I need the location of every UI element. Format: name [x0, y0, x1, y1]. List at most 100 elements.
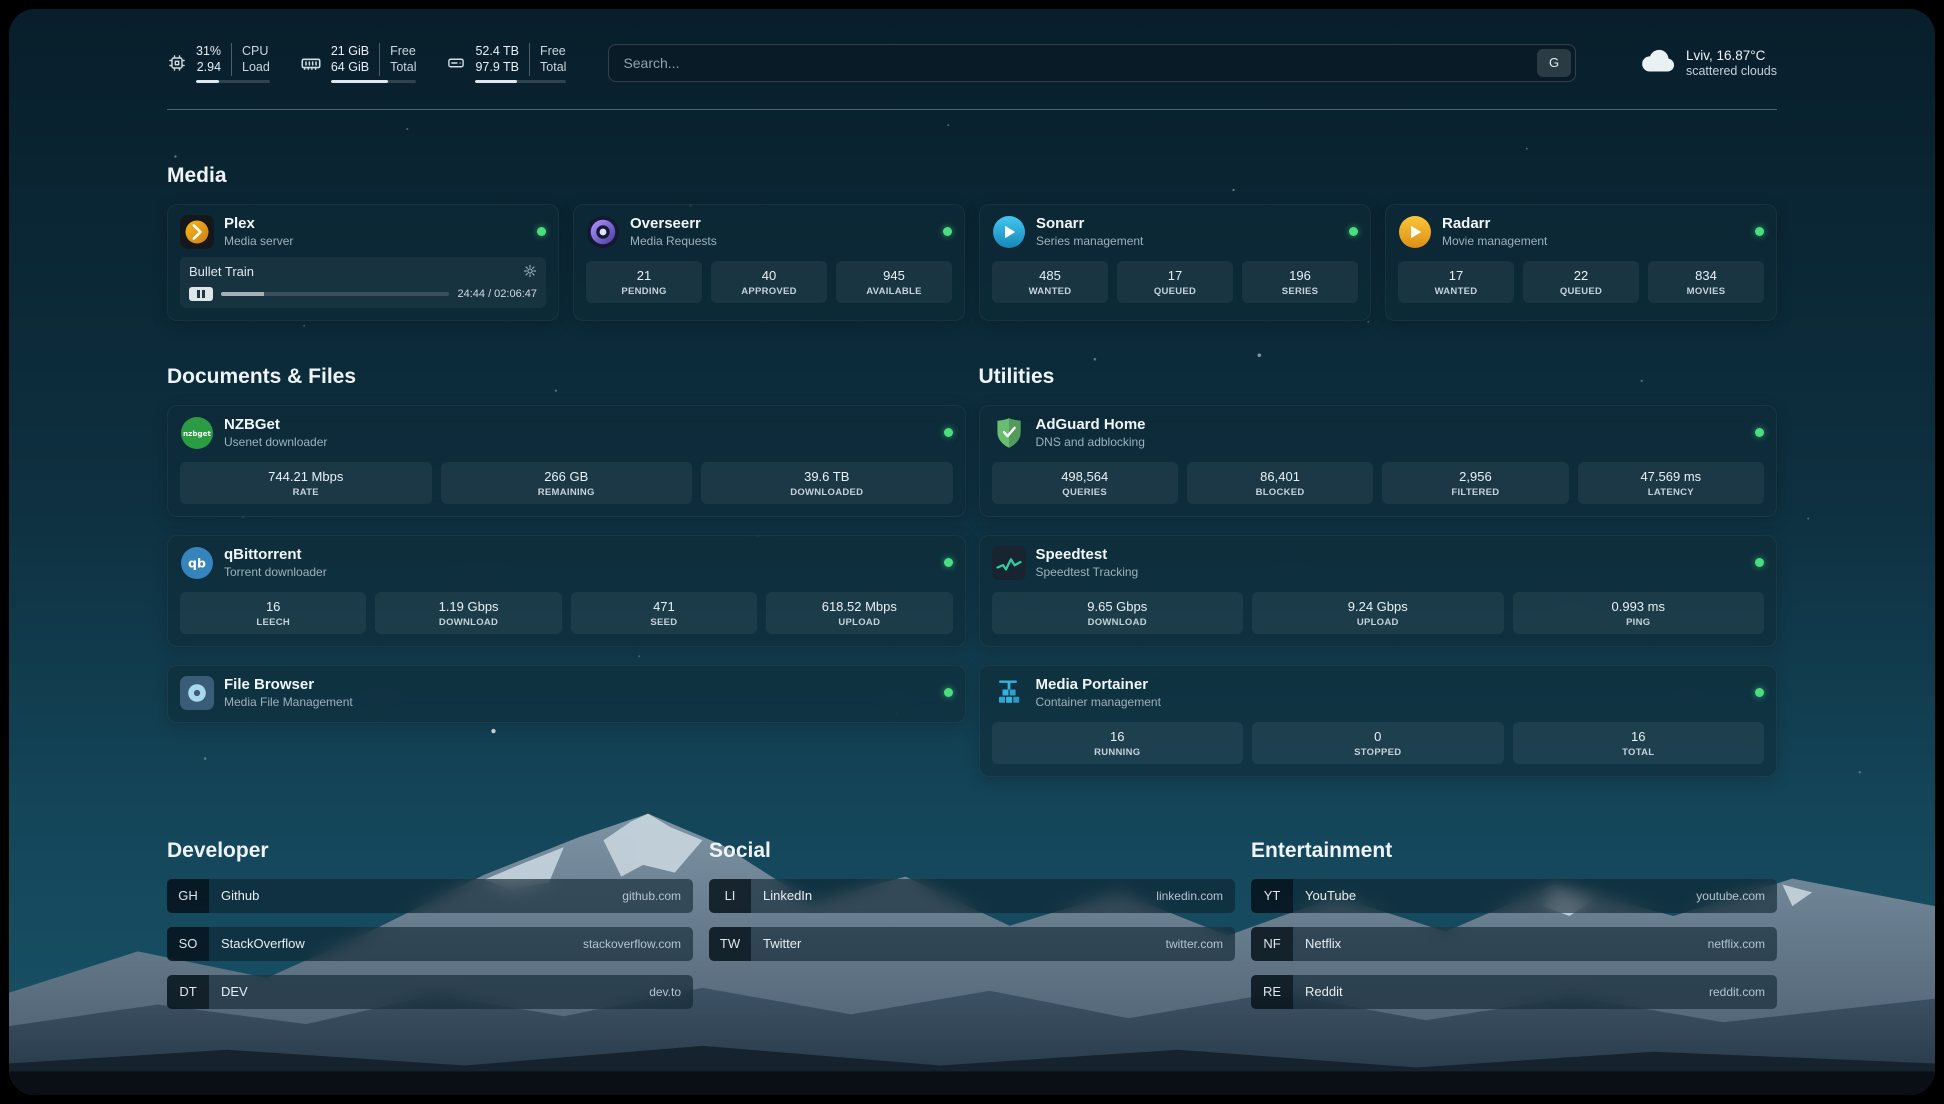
bookmark-stackoverflow[interactable]: SO StackOverflow stackoverflow.com — [167, 927, 693, 961]
memory-total-value: 64 GiB — [331, 59, 369, 75]
stat-label: TOTAL — [1516, 747, 1762, 758]
service-description: Speedtest Tracking — [1036, 565, 1139, 579]
gear-icon[interactable] — [523, 264, 537, 278]
stat-movies: 834 MOVIES — [1648, 261, 1764, 303]
stat-value: 9.65 Gbps — [995, 599, 1241, 614]
search-provider-button[interactable]: G — [1537, 49, 1571, 77]
stat-value: 2,956 — [1385, 469, 1565, 484]
stat-rate: 744.21 Mbps RATE — [180, 462, 432, 504]
stat-value: 17 — [1401, 268, 1511, 283]
stat-seed: 471 SEED — [571, 592, 757, 634]
disk-total-label: Total — [529, 59, 566, 75]
section-utilities: Utilities AdGuard Home DNS and adblockin… — [979, 365, 1778, 777]
cpu-usage-label: CPU — [231, 43, 270, 59]
service-name: Overseerr — [630, 215, 717, 232]
stat-label: DOWNLOADED — [704, 487, 950, 498]
stat-value: 16 — [1516, 729, 1762, 744]
bookmark-netflix[interactable]: NF Netflix netflix.com — [1251, 927, 1777, 961]
service-card-radarr[interactable]: Radarr Movie management 17 WANTED 22 QUE… — [1385, 204, 1777, 321]
disk-widget: 52.4 TB Free 97.9 TB Total — [446, 43, 566, 83]
bookmark-github[interactable]: GH Github github.com — [167, 879, 693, 913]
stat-queued: 17 QUEUED — [1117, 261, 1233, 303]
memory-total-label: Total — [379, 59, 416, 75]
stat-value: 471 — [574, 599, 754, 614]
filebrowser-icon — [180, 676, 214, 710]
bookmark-name: YouTube — [1305, 888, 1356, 903]
bookmark-reddit[interactable]: RE Reddit reddit.com — [1251, 975, 1777, 1009]
stat-label: RUNNING — [995, 747, 1241, 758]
weather-condition: scattered clouds — [1686, 64, 1777, 78]
service-card-overseerr[interactable]: Overseerr Media Requests 21 PENDING 40 A… — [573, 204, 965, 321]
section-title-entertainment: Entertainment — [1251, 839, 1777, 863]
plex-icon — [180, 215, 214, 249]
service-card-qbittorrent[interactable]: qb qBittorrent Torrent downloader 16 LEE… — [167, 535, 966, 647]
stat-value: 196 — [1245, 268, 1355, 283]
bookmark-dev[interactable]: DT DEV dev.to — [167, 975, 693, 1009]
section-title-social: Social — [709, 839, 1235, 863]
stat-label: SEED — [574, 617, 754, 628]
stat-label: AVAILABLE — [839, 286, 949, 297]
stat-label: PING — [1516, 617, 1762, 628]
stat-value: 39.6 TB — [704, 469, 950, 484]
overseerr-icon — [586, 215, 620, 249]
section-title-developer: Developer — [167, 839, 693, 863]
bookmark-url: reddit.com — [1709, 985, 1765, 999]
service-card-plex[interactable]: Plex Media server Bullet Train — [167, 204, 559, 321]
stat-available: 945 AVAILABLE — [836, 261, 952, 303]
service-card-nzbget[interactable]: nzbget NZBGet Usenet downloader 744.21 M… — [167, 405, 966, 517]
stat-value: 945 — [839, 268, 949, 283]
stat-value: 266 GB — [444, 469, 690, 484]
bookmark-url: linkedin.com — [1156, 889, 1223, 903]
service-card-filebrowser[interactable]: File Browser Media File Management — [167, 665, 966, 723]
stat-label: STOPPED — [1255, 747, 1501, 758]
cpu-usage-bar — [196, 80, 270, 83]
service-card-adguard[interactable]: AdGuard Home DNS and adblocking 498,564 … — [979, 405, 1778, 517]
bookmark-twitter[interactable]: TW Twitter twitter.com — [709, 927, 1235, 961]
stat-filtered: 2,956 FILTERED — [1382, 462, 1568, 504]
stat-value: 47.569 ms — [1581, 469, 1761, 484]
bookmark-name: Twitter — [763, 936, 801, 951]
status-dot — [944, 688, 953, 697]
service-name: AdGuard Home — [1036, 416, 1146, 433]
bookmarks-developer: Developer GH Github github.com SO StackO… — [167, 839, 693, 1023]
bookmark-url: github.com — [622, 889, 681, 903]
service-name: Sonarr — [1036, 215, 1143, 232]
bookmarks-entertainment: Entertainment YT YouTube youtube.com NF … — [1251, 839, 1777, 1023]
stat-running: 16 RUNNING — [992, 722, 1244, 764]
speedtest-icon — [992, 546, 1026, 580]
disk-free-value: 52.4 TB — [475, 43, 519, 59]
stat-blocked: 86,401 BLOCKED — [1187, 462, 1373, 504]
bookmark-abbr: YT — [1251, 879, 1293, 913]
search-input[interactable] — [608, 44, 1576, 82]
sonarr-icon — [992, 215, 1026, 249]
bookmark-name: DEV — [221, 984, 248, 999]
pause-button[interactable] — [189, 287, 213, 301]
stat-latency: 47.569 ms LATENCY — [1578, 462, 1764, 504]
stat-label: FILTERED — [1385, 487, 1565, 498]
bookmark-abbr: TW — [709, 927, 751, 961]
service-card-portainer[interactable]: Media Portainer Container management 16 … — [979, 665, 1778, 777]
section-media: Media Plex Media server — [167, 164, 1777, 321]
service-card-sonarr[interactable]: Sonarr Series management 485 WANTED 17 Q… — [979, 204, 1371, 321]
stat-label: WANTED — [1401, 286, 1511, 297]
stat-label: WANTED — [995, 286, 1105, 297]
status-dot — [1755, 227, 1764, 236]
cpu-load-label: Load — [231, 59, 270, 75]
stat-ping: 0.993 ms PING — [1513, 592, 1765, 634]
cpu-icon — [167, 53, 187, 73]
bookmark-abbr: GH — [167, 879, 209, 913]
bookmark-linkedin[interactable]: LI LinkedIn linkedin.com — [709, 879, 1235, 913]
stat-label: DOWNLOAD — [378, 617, 558, 628]
playback-progress-bar[interactable] — [221, 292, 449, 296]
stat-downloaded: 39.6 TB DOWNLOADED — [701, 462, 953, 504]
bookmark-youtube[interactable]: YT YouTube youtube.com — [1251, 879, 1777, 913]
stat-download: 9.65 Gbps DOWNLOAD — [992, 592, 1244, 634]
service-description: Media Requests — [630, 234, 717, 248]
stat-value: 1.19 Gbps — [378, 599, 558, 614]
stat-value: 618.52 Mbps — [769, 599, 949, 614]
bookmark-name: StackOverflow — [221, 936, 305, 951]
stat-label: QUERIES — [995, 487, 1175, 498]
disk-free-label: Free — [529, 43, 566, 59]
service-card-speedtest[interactable]: Speedtest Speedtest Tracking 9.65 Gbps D… — [979, 535, 1778, 647]
status-dot — [1349, 227, 1358, 236]
